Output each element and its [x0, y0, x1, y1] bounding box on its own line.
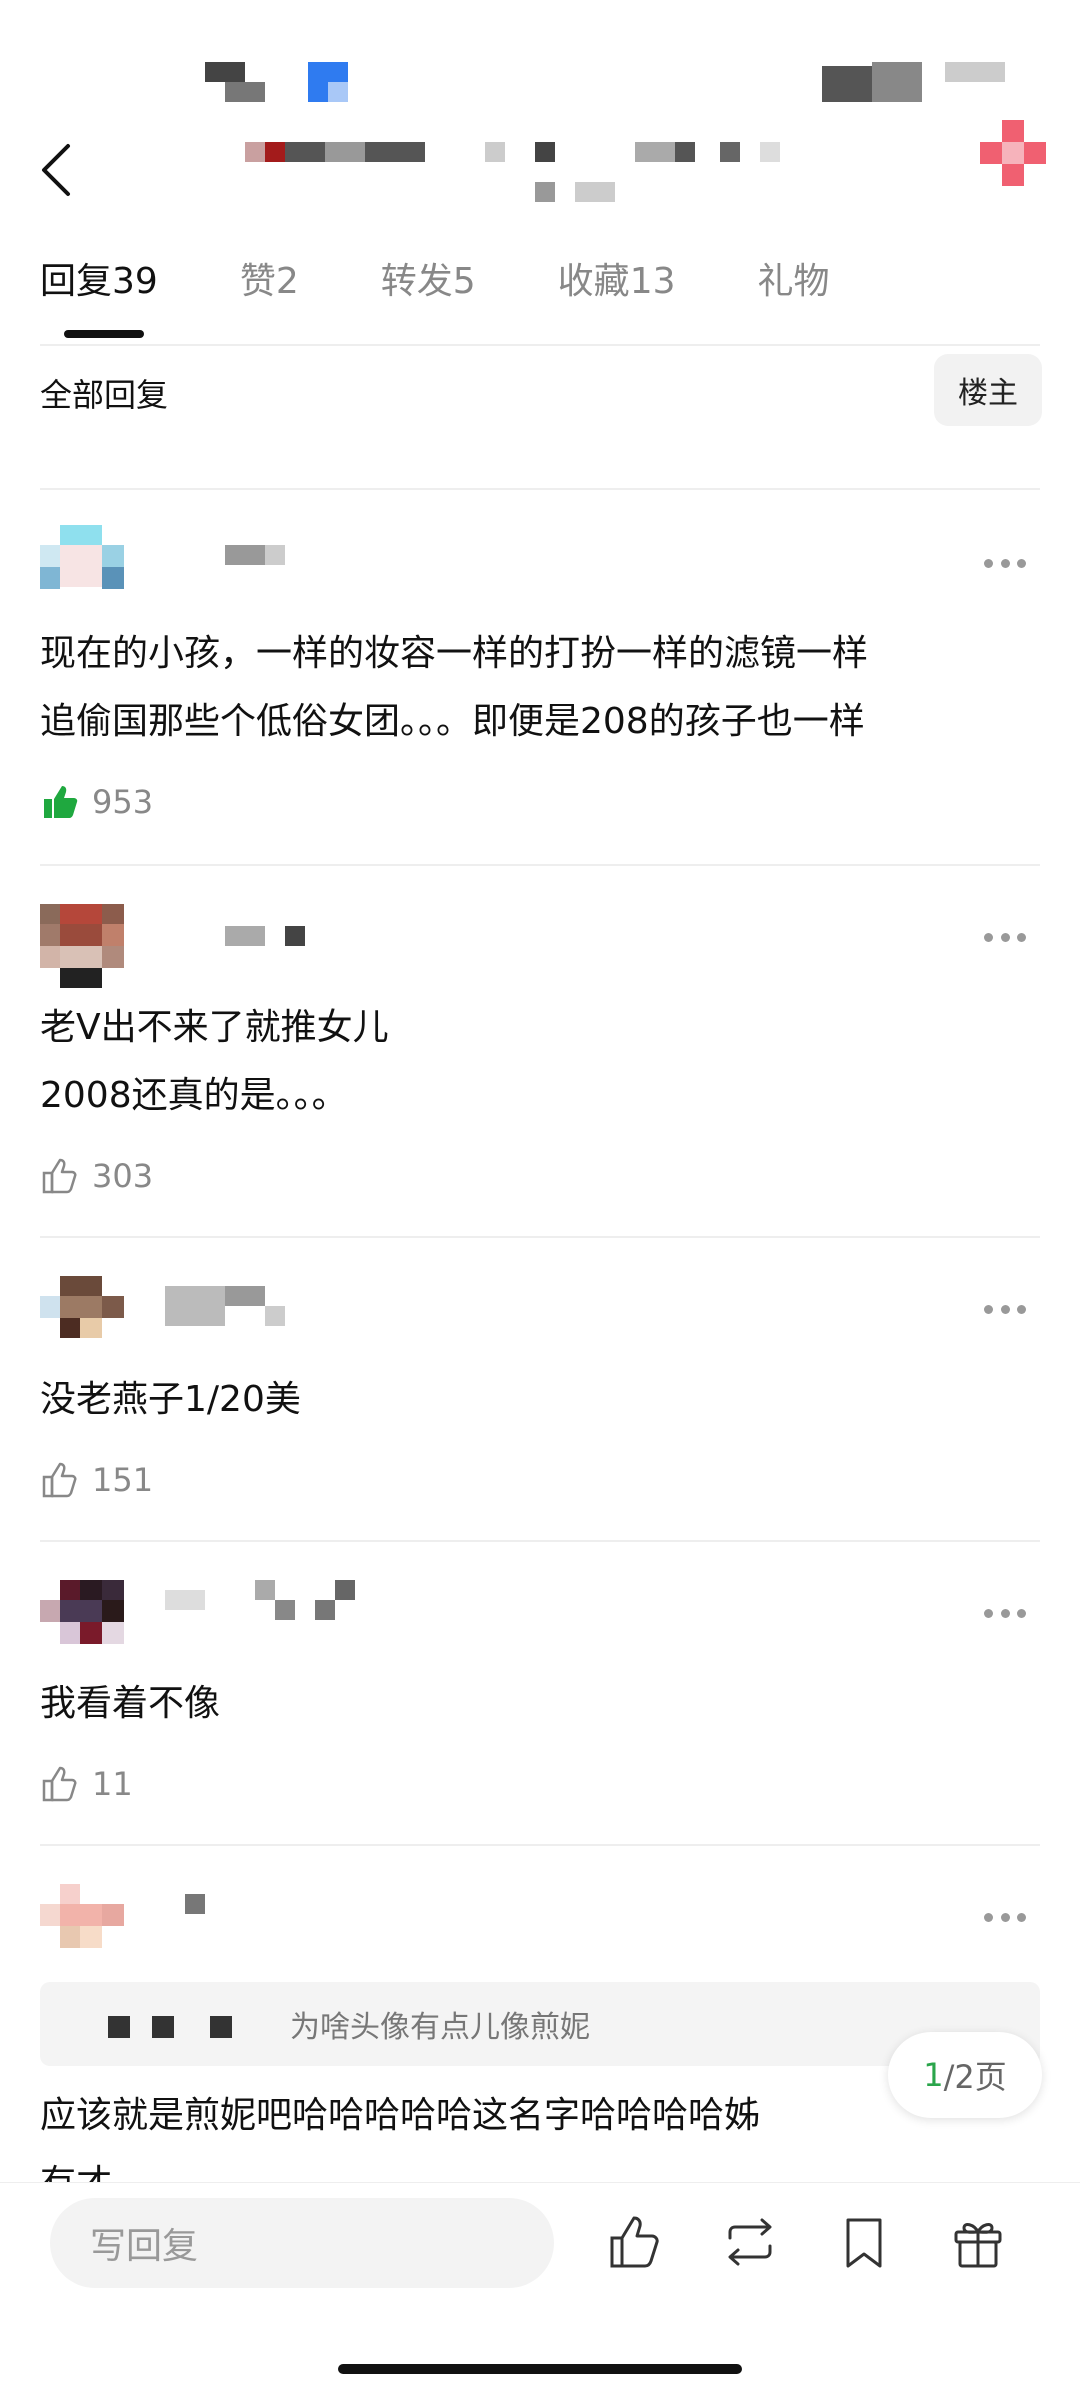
- avatar[interactable]: [40, 904, 124, 988]
- back-icon[interactable]: [36, 140, 76, 200]
- comment-text: 老V出不来了就推女儿 2008还真的是。。。: [40, 1007, 389, 1116]
- quoted-reply[interactable]: 为啥头像有点儿像煎妮: [40, 1982, 1040, 2066]
- more-options-icon[interactable]: [984, 933, 1026, 947]
- post-title-blurred: [245, 142, 825, 212]
- like-count: 151: [92, 1461, 154, 1499]
- username-blurred[interactable]: [165, 926, 325, 954]
- username-blurred[interactable]: [165, 1894, 285, 1922]
- owner-only-button[interactable]: 楼主: [934, 354, 1042, 426]
- divider: [40, 488, 1040, 490]
- more-options-icon[interactable]: [984, 1609, 1026, 1623]
- username-blurred[interactable]: [165, 1580, 385, 1620]
- like-button[interactable]: 953: [40, 780, 153, 824]
- more-icon[interactable]: [980, 120, 1050, 190]
- thumbs-up-icon: [42, 1766, 77, 1802]
- comment-text: 没老燕子1/20美: [40, 1379, 301, 1420]
- tab-likes[interactable]: 赞2: [240, 252, 299, 332]
- like-count: 11: [92, 1765, 133, 1803]
- thumbs-up-icon: [42, 1462, 77, 1498]
- tab-gifts[interactable]: 礼物: [758, 252, 830, 332]
- quote-author-blurred: [40, 1982, 290, 2066]
- avatar[interactable]: [40, 1580, 124, 1664]
- like-button[interactable]: 151: [40, 1458, 153, 1502]
- thumbs-up-icon: [42, 1158, 77, 1194]
- quote-text: 为啥头像有点儿像煎妮: [290, 2010, 590, 2045]
- comment-text: 现在的小孩，一样的妆容一样的打扮一样的滤镜一样 追偷国那些个低俗女团。。。即便是…: [40, 633, 869, 742]
- like-button[interactable]: 303: [40, 1154, 153, 1198]
- tab-bar: 回复39 赞2 转发5 收藏13 礼物: [40, 252, 912, 332]
- more-options-icon[interactable]: [984, 1305, 1026, 1319]
- total-pages: /2页: [943, 2058, 1007, 2096]
- like-count: 953: [92, 783, 154, 821]
- tab-active-indicator: [64, 330, 144, 338]
- thumbs-up-icon: [44, 786, 78, 818]
- tab-reposts[interactable]: 转发5: [381, 252, 476, 332]
- page-indicator[interactable]: 1/2页: [888, 2032, 1042, 2118]
- home-indicator[interactable]: [338, 2364, 742, 2374]
- tab-replies[interactable]: 回复39: [40, 252, 158, 332]
- thumbs-up-icon[interactable]: [606, 2212, 666, 2272]
- divider: [40, 1844, 1040, 1846]
- like-button[interactable]: 11: [40, 1762, 133, 1806]
- repost-icon[interactable]: [720, 2212, 780, 2272]
- avatar[interactable]: [40, 1884, 124, 1968]
- more-options-icon[interactable]: [984, 1913, 1026, 1927]
- bookmark-icon[interactable]: [834, 2212, 894, 2272]
- divider: [40, 1236, 1040, 1238]
- divider: [40, 864, 1040, 866]
- reply-input[interactable]: 写回复: [50, 2198, 554, 2288]
- status-bar: [0, 0, 1080, 120]
- username-blurred[interactable]: [165, 1286, 305, 1326]
- tab-favorites[interactable]: 收藏13: [558, 252, 676, 332]
- comment-text: 我看着不像: [40, 1683, 221, 1724]
- divider: [40, 344, 1040, 346]
- divider: [40, 1540, 1040, 1542]
- more-options-icon[interactable]: [984, 559, 1026, 573]
- username-blurred[interactable]: [165, 545, 325, 573]
- like-count: 303: [92, 1157, 154, 1195]
- gift-icon[interactable]: [948, 2212, 1008, 2272]
- avatar[interactable]: [40, 525, 124, 609]
- current-page: 1: [923, 2056, 944, 2094]
- avatar[interactable]: [40, 1276, 124, 1360]
- filter-all-replies[interactable]: 全部回复: [40, 370, 168, 416]
